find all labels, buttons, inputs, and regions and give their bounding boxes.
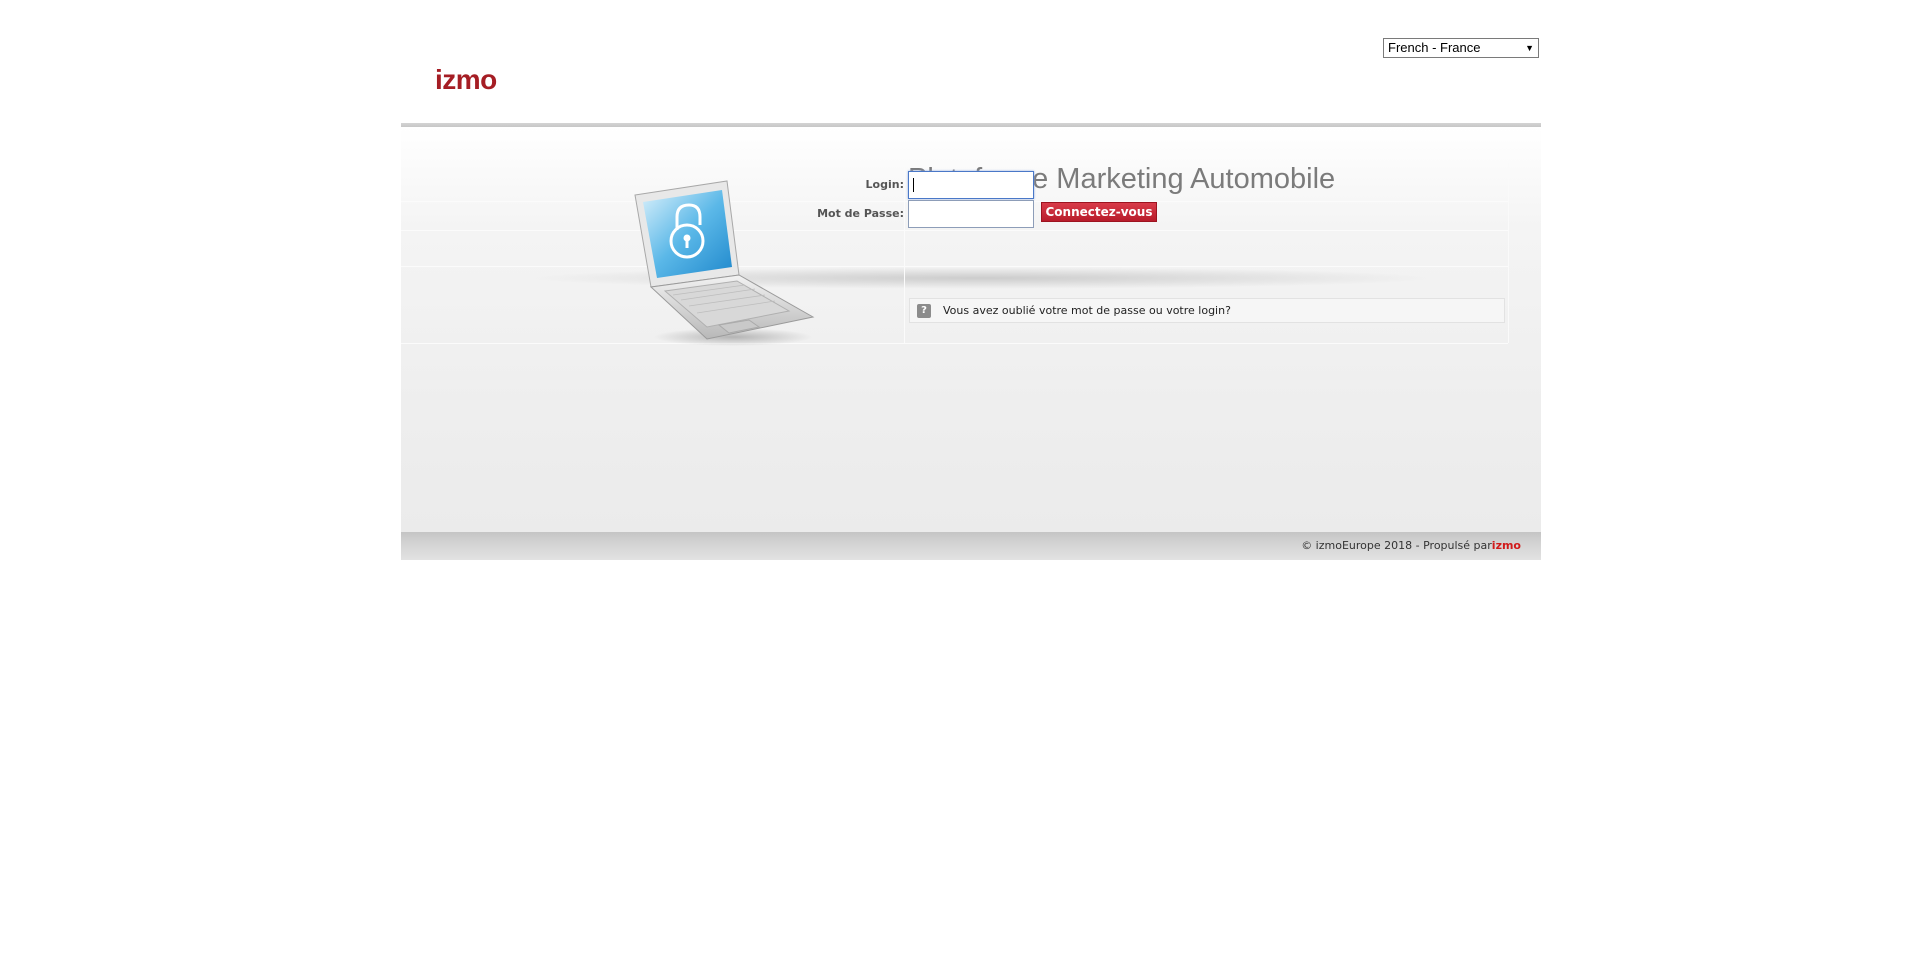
password-label: Mot de Passe: (817, 207, 904, 220)
language-select[interactable]: French - France ▼ (1383, 38, 1539, 58)
text-caret (913, 178, 914, 192)
footer-brand: izmo (1491, 539, 1521, 552)
footer-text: © izmoEurope 2018 - Propulsé parizmo (1301, 539, 1521, 552)
forgot-credentials-box: ? Vous avez oublié votre mot de passe ou… (909, 298, 1505, 323)
login-input[interactable] (908, 171, 1034, 199)
login-label: Login: (865, 178, 904, 191)
language-select-value: French - France (1388, 40, 1481, 55)
laptop-padlock-icon (634, 180, 815, 346)
footer: © izmoEurope 2018 - Propulsé parizmo (401, 532, 1541, 560)
login-panel: Plateforme Marketing Automobile Login: M… (401, 127, 1541, 532)
grid-line (401, 230, 1508, 231)
help-question-icon: ? (917, 304, 931, 318)
page-container: French - France ▼ izmo Plateforme Market… (401, 0, 1541, 560)
forgot-credentials-link[interactable]: Vous avez oublié votre mot de passe ou v… (943, 304, 1231, 317)
grid-line (904, 163, 905, 343)
izmo-logo: izmo (435, 64, 497, 95)
footer-copyright: © izmoEurope 2018 - Propulsé par (1301, 539, 1492, 552)
grid-line (401, 343, 1508, 344)
password-input[interactable] (908, 200, 1034, 228)
grid-line (401, 266, 1508, 267)
dropdown-arrow-icon: ▼ (1525, 43, 1534, 53)
login-button[interactable]: Connectez-vous (1041, 202, 1157, 222)
